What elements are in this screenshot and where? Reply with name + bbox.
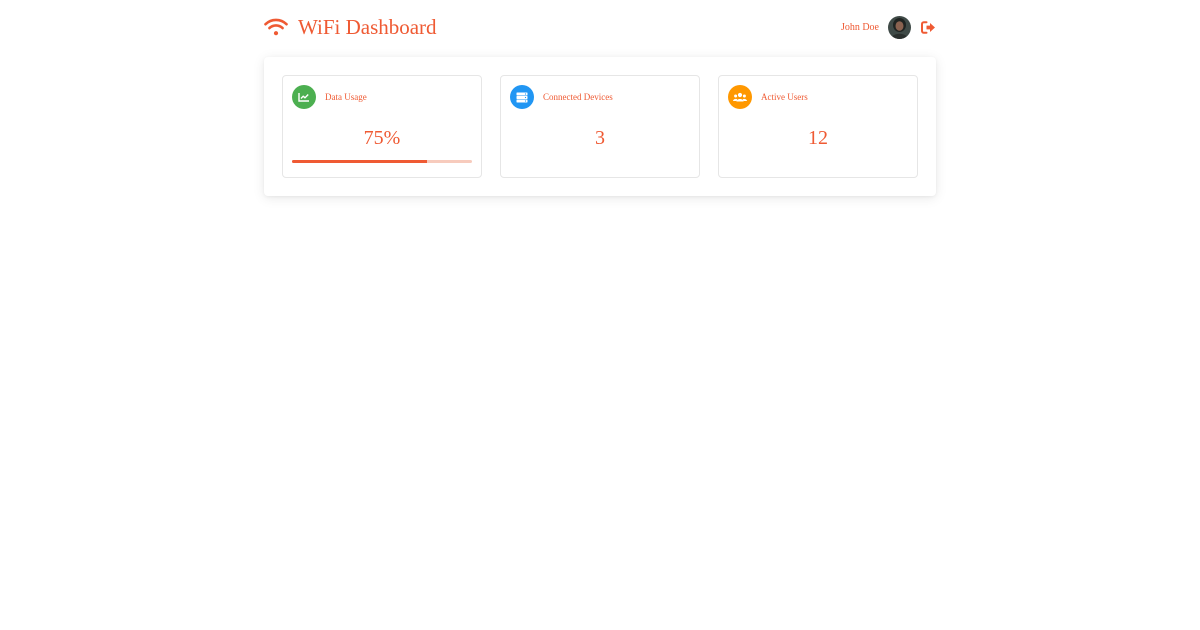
user-name: John Doe: [840, 21, 879, 33]
sign-out-icon[interactable]: [920, 20, 936, 34]
card-label: Active Users: [761, 92, 808, 102]
brand: WiFi Dashboard: [264, 13, 437, 41]
chart-line-icon: [292, 85, 316, 109]
avatar[interactable]: [888, 15, 911, 39]
app-title: WiFi Dashboard: [298, 15, 437, 39]
card-label: Connected Devices: [543, 92, 613, 102]
card-header: Active Users: [728, 85, 808, 109]
card-label: Data Usage: [325, 92, 367, 102]
users-icon: [728, 85, 752, 109]
active-users-card: Active Users 12: [718, 75, 918, 178]
active-users-value: 12: [808, 127, 828, 149]
data-usage-progress-bar: [292, 160, 472, 163]
connected-devices-value: 3: [595, 127, 605, 149]
stats-panel: Data Usage 75% Connected Devices 3 Activ…: [264, 57, 936, 196]
page: WiFi Dashboard John Doe Data Usage 75% C…: [0, 0, 1200, 630]
progress-fill: [292, 160, 427, 163]
data-usage-value: 75%: [363, 127, 401, 149]
data-usage-card: Data Usage 75%: [282, 75, 482, 178]
connected-devices-card: Connected Devices 3: [500, 75, 700, 178]
user-menu: John Doe: [840, 15, 936, 39]
card-header: Data Usage: [292, 85, 367, 109]
wifi-icon: [264, 18, 288, 36]
card-header: Connected Devices: [510, 85, 613, 109]
header: WiFi Dashboard John Doe: [264, 12, 936, 42]
server-icon: [510, 85, 534, 109]
